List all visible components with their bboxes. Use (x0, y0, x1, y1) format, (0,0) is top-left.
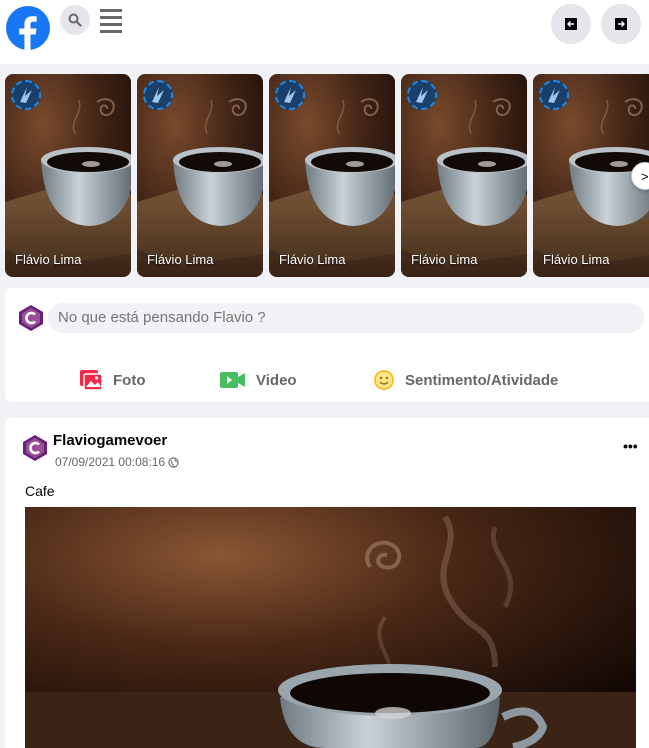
story-author-name: Flávio Lima (543, 252, 610, 267)
story-avatar (407, 80, 437, 110)
search-button[interactable] (60, 5, 90, 35)
story-avatar (275, 80, 305, 110)
left-arrow-button[interactable] (551, 4, 591, 44)
story-card[interactable]: Flávio Lima (269, 74, 395, 277)
feeling-action-label: Sentimento/Atividade (405, 371, 559, 389)
top-navigation-bar (0, 0, 649, 64)
post-options-button[interactable]: ••• (623, 438, 638, 454)
arrow-left-icon (565, 18, 577, 30)
hamburger-menu-icon[interactable] (100, 9, 122, 33)
photo-icon (79, 369, 103, 391)
right-arrow-button[interactable] (601, 4, 641, 44)
story-card[interactable]: Flávio Lima (5, 74, 131, 277)
post-author-avatar[interactable] (21, 434, 49, 462)
post-image[interactable] (25, 507, 636, 748)
video-action-label: Video (256, 371, 297, 389)
status-input[interactable] (48, 303, 644, 333)
facebook-logo-icon[interactable] (6, 6, 50, 50)
globe-icon (168, 456, 179, 468)
video-action-button[interactable]: Video (220, 368, 297, 392)
search-icon (68, 13, 82, 27)
post-text: Cafe (25, 483, 55, 499)
smiley-icon (373, 369, 395, 391)
story-author-name: Flávio Lima (15, 252, 82, 267)
feed-post: Flaviogamevoer 07/09/2021 00:08:16 ••• C… (5, 418, 649, 748)
arrow-right-icon (615, 18, 627, 30)
story-author-name: Flávio Lima (279, 252, 346, 267)
story-author-name: Flávio Lima (411, 252, 478, 267)
story-avatar (143, 80, 173, 110)
user-avatar (19, 305, 43, 331)
stories-carousel: Flávio Lima Flávio Lima Flávio Lima Fláv… (0, 64, 649, 284)
photo-action-button[interactable]: Foto (79, 368, 145, 392)
story-avatar (11, 80, 41, 110)
post-timestamp[interactable]: 07/09/2021 00:08:16 (55, 455, 165, 469)
post-composer: Foto Video Sentimento/Atividade (5, 288, 649, 402)
feeling-action-button[interactable]: Sentimento/Atividade (373, 368, 558, 392)
photo-action-label: Foto (113, 371, 146, 389)
video-camera-icon (220, 371, 246, 389)
story-author-name: Flávio Lima (147, 252, 214, 267)
story-card[interactable]: Flávio Lima (401, 74, 527, 277)
story-card[interactable]: Flávio Lima (137, 74, 263, 277)
post-author-name[interactable]: Flaviogamevoer (53, 432, 167, 449)
post-meta: 07/09/2021 00:08:16 (55, 455, 179, 469)
story-avatar (539, 80, 569, 110)
